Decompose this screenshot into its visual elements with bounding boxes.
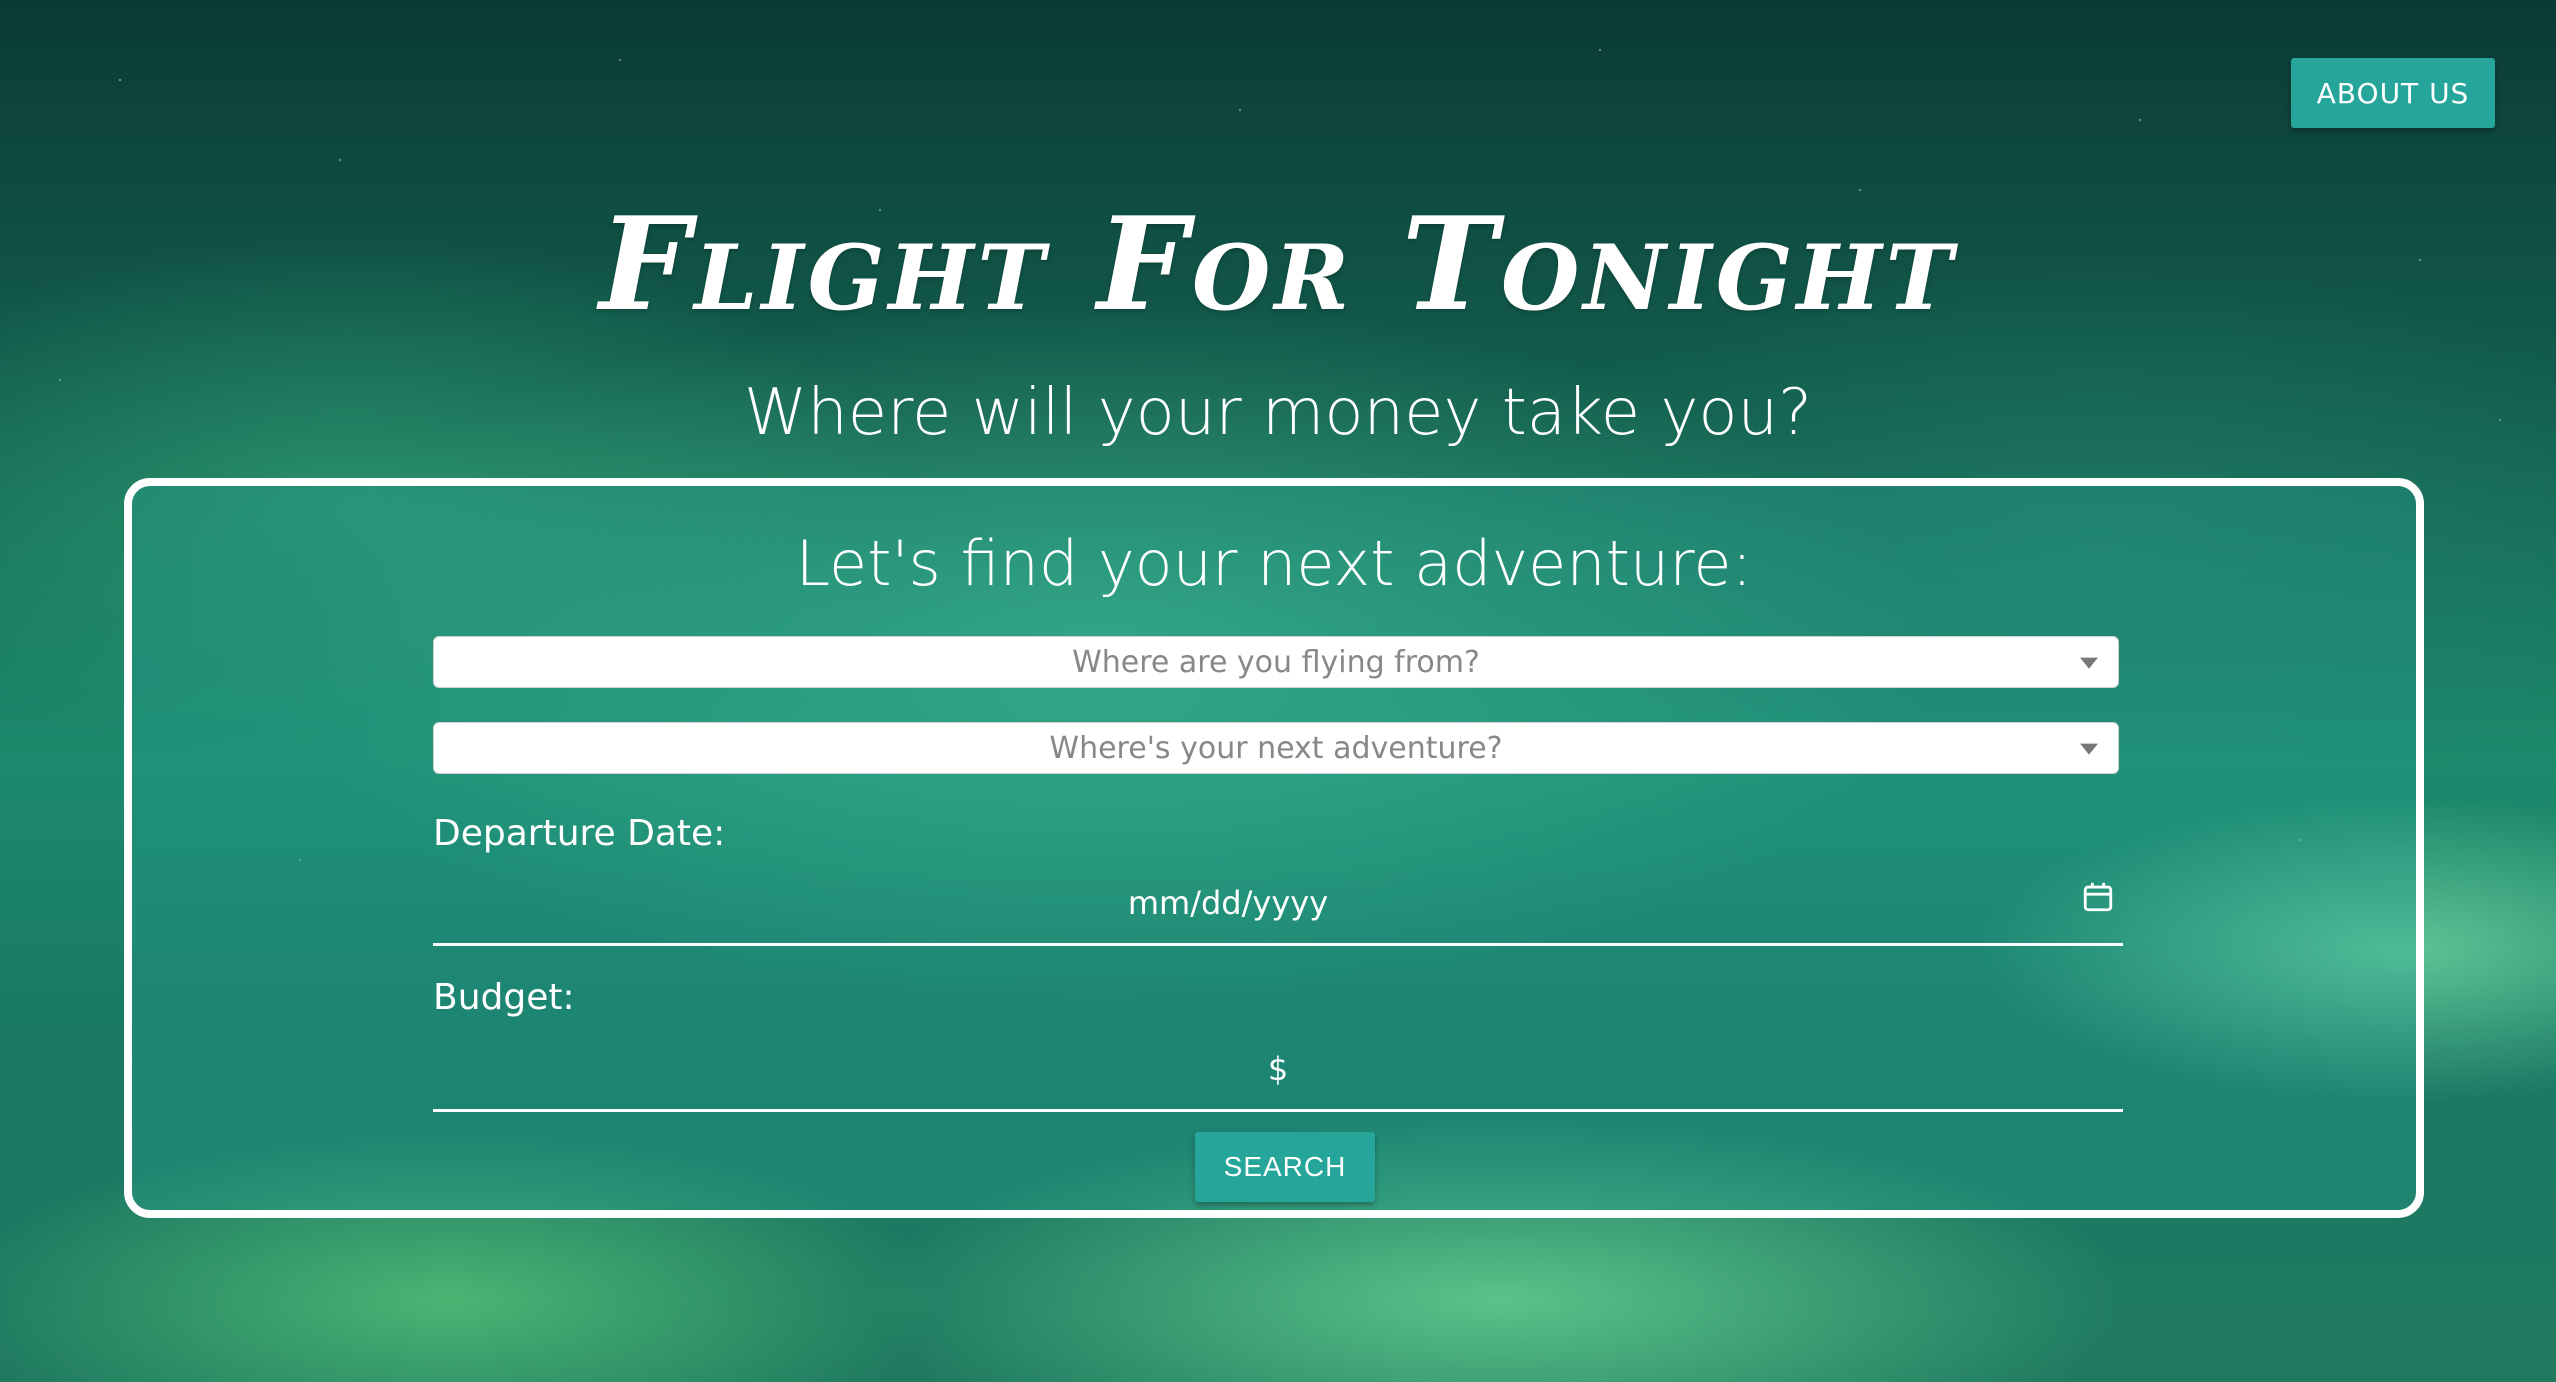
card-heading: Let's find your next adventure: xyxy=(795,527,1753,600)
departure-date-label: Departure Date: xyxy=(433,813,726,854)
search-button[interactable]: SEARCH xyxy=(1195,1132,1375,1202)
about-us-button[interactable]: ABOUT US xyxy=(2291,58,2495,128)
destination-select[interactable]: Where's your next adventure? xyxy=(433,722,2119,774)
departure-date-input[interactable]: mm/dd/yyyy xyxy=(433,876,2123,946)
budget-prefix: $ xyxy=(1267,1050,1289,1088)
chevron-down-icon xyxy=(2080,657,2098,669)
origin-select-placeholder: Where are you flying from? xyxy=(1072,644,1480,680)
site-title: Flight For Tonight xyxy=(599,190,1957,340)
search-card: Let's find your next adventure: Where ar… xyxy=(124,478,2424,1218)
chevron-down-icon xyxy=(2080,743,2098,755)
calendar-icon[interactable] xyxy=(2081,880,2115,914)
budget-input[interactable]: $ xyxy=(433,1042,2123,1112)
departure-date-placeholder: mm/dd/yyyy xyxy=(1127,884,1329,922)
budget-label: Budget: xyxy=(433,977,575,1018)
destination-select-placeholder: Where's your next adventure? xyxy=(1049,730,1503,766)
origin-select[interactable]: Where are you flying from? xyxy=(433,636,2119,688)
site-subtitle: Where will your money take you? xyxy=(743,376,1813,450)
